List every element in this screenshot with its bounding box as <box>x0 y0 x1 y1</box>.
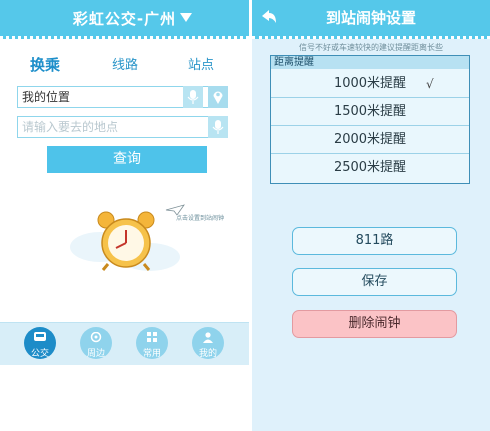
nav-label: 公交 <box>30 349 49 359</box>
alarm-caption[interactable]: 点击设置到站闹钟 <box>176 213 224 222</box>
tab-stop[interactable]: 站点 <box>188 54 214 73</box>
nav-label: 常用 <box>142 349 161 359</box>
grid-icon <box>147 332 157 342</box>
location-pin-icon <box>213 91 223 104</box>
bottom-nav: 公交 周边 常用 我的 <box>0 322 249 365</box>
nav-mine[interactable]: 我的 <box>192 327 224 359</box>
tab-transfer[interactable]: 换乘 <box>30 54 60 75</box>
microphone-icon <box>212 120 224 134</box>
alarm-clock-icon[interactable] <box>92 210 162 272</box>
top-bar: 到站闹钟设置 <box>252 0 490 39</box>
option-label: 1500米提醒 <box>333 104 407 119</box>
option-label: 2000米提醒 <box>333 132 407 147</box>
option-1500m[interactable]: 1500米提醒 <box>271 98 469 126</box>
nav-label: 我的 <box>198 349 217 359</box>
microphone-icon <box>187 90 199 104</box>
option-label: 1000米提醒 <box>333 76 407 91</box>
option-2000m[interactable]: 2000米提醒 <box>271 126 469 154</box>
delete-alarm-button[interactable]: 删除闹钟 <box>292 310 457 338</box>
user-icon <box>203 332 213 343</box>
city-title[interactable]: 彩虹公交-广州 <box>0 8 249 29</box>
route-button[interactable]: 811路 <box>292 227 457 255</box>
option-1000m[interactable]: 1000米提醒 √ <box>271 70 469 98</box>
mode-tabs: 换乘 线路 站点 <box>0 54 249 74</box>
tab-route[interactable]: 线路 <box>112 54 138 73</box>
nearby-icon <box>90 332 102 343</box>
option-2500m[interactable]: 2500米提醒 <box>271 154 469 182</box>
check-icon: √ <box>426 77 434 91</box>
nav-nearby[interactable]: 周边 <box>80 327 112 359</box>
voice-button-destination[interactable] <box>208 116 228 138</box>
nav-label: 周边 <box>86 349 105 359</box>
list-header: 距离提醒 <box>271 56 469 69</box>
distance-options: 距离提醒 1000米提醒 √ 1500米提醒 2000米提醒 2500米提醒 <box>270 55 470 184</box>
nav-frequent[interactable]: 常用 <box>136 327 168 359</box>
left-screen: 彩虹公交-广州 换乘 线路 站点 我的位置 请输入要去的地点 查询 点击设置到站… <box>0 0 249 431</box>
distance-hint: 信号不好或车速较快的建议提醒距离长些 <box>299 43 443 52</box>
query-button[interactable]: 查询 <box>47 146 207 173</box>
destination-input[interactable]: 请输入要去的地点 <box>17 116 214 138</box>
voice-button-origin[interactable] <box>183 86 203 108</box>
chevron-down-icon[interactable] <box>180 13 192 22</box>
bus-icon <box>34 332 46 341</box>
right-screen: 到站闹钟设置 信号不好或车速较快的建议提醒距离长些 距离提醒 1000米提醒 √… <box>252 0 490 431</box>
top-bar: 彩虹公交-广州 <box>0 0 249 39</box>
page-title: 到站闹钟设置 <box>325 9 416 27</box>
option-label: 2500米提醒 <box>333 160 407 175</box>
nav-bus[interactable]: 公交 <box>24 327 56 359</box>
save-button[interactable]: 保存 <box>292 268 457 296</box>
locate-button[interactable] <box>208 86 228 108</box>
